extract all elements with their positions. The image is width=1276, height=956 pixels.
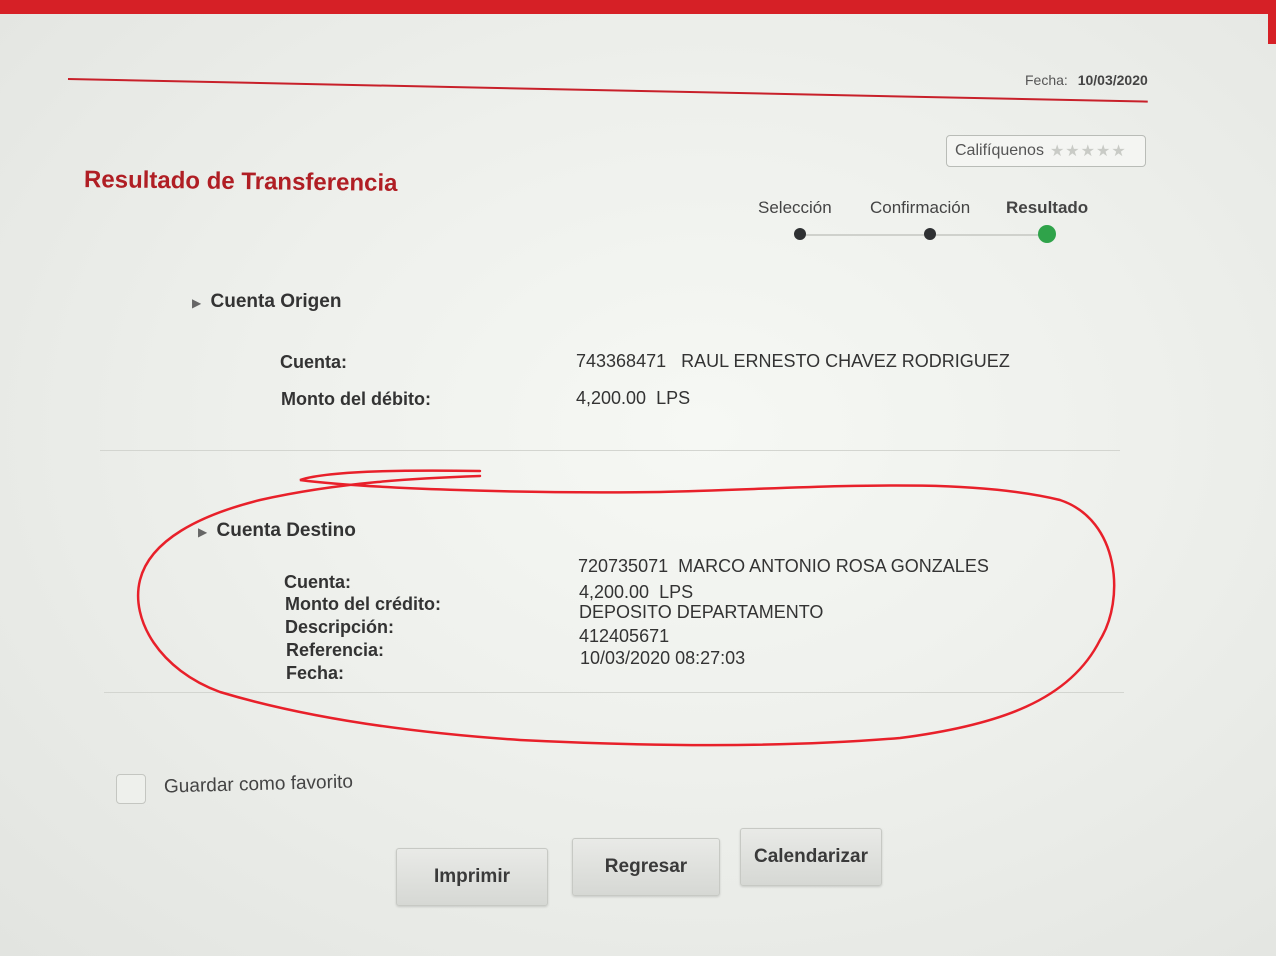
section-cuenta-destino: ▶ Cuenta Destino (198, 520, 356, 542)
destino-referencia-value: 412405671 (579, 626, 670, 646)
header-date-value: 10/03/2020 (1077, 72, 1148, 88)
destino-monto-label: Monto del crédito: (285, 594, 441, 614)
destino-descripcion-label: Descripción: (285, 617, 395, 637)
step-label-resultado: Resultado (1006, 198, 1089, 217)
destino-fecha-value: 10/03/2020 08:27:03 (580, 648, 746, 668)
section-title-origen: Cuenta Origen (210, 291, 342, 312)
favorite-label: Guardar como favorito (163, 771, 354, 798)
destino-fecha-label: Fecha: (286, 663, 345, 683)
destino-cuenta-label: Cuenta: (284, 572, 351, 592)
section-title-destino: Cuenta Destino (216, 520, 356, 541)
caret-right-icon: ▶ (198, 525, 208, 539)
rate-us-widget[interactable]: Califíquenos ★★★★★ (946, 135, 1146, 167)
step-dot-resultado (1038, 225, 1056, 243)
header-divider (67, 78, 1148, 103)
rate-us-label: Califíquenos (955, 142, 1044, 159)
step-dot-seleccion (794, 228, 806, 240)
favorite-checkbox[interactable] (116, 774, 146, 804)
destino-descripcion-value: DEPOSITO DEPARTAMENTO (579, 602, 824, 622)
back-button[interactable]: Regresar (572, 838, 720, 896)
page-title: Resultado de Transferencia (83, 166, 398, 197)
destino-referencia-label: Referencia: (286, 640, 385, 660)
progress-steps: Selección Confirmación Resultado (758, 198, 1098, 248)
origen-cuenta-value: 743368471 RAUL ERNESTO CHAVEZ RODRIGUEZ (576, 351, 1010, 371)
step-dot-confirmacion (924, 228, 936, 240)
header-date: Fecha: 10/03/2020 (1025, 72, 1148, 88)
section-divider (104, 692, 1124, 693)
right-red-edge (1268, 0, 1276, 44)
top-red-bar (0, 0, 1276, 14)
step-label-seleccion: Selección (758, 198, 832, 217)
step-label-confirmacion: Confirmación (870, 198, 971, 217)
caret-right-icon: ▶ (192, 296, 202, 310)
origen-monto-value: 4,200.00 LPS (576, 388, 691, 408)
destino-monto-value: 4,200.00 LPS (579, 582, 694, 602)
schedule-button[interactable]: Calendarizar (740, 828, 882, 886)
origen-cuenta-label: Cuenta: (280, 352, 347, 372)
section-divider (100, 450, 1120, 451)
screen: Fecha: 10/03/2020 Califíquenos ★★★★★ Res… (0, 0, 1276, 956)
header-date-label: Fecha: (1025, 72, 1068, 88)
origen-monto-label: Monto del débito: (281, 389, 431, 409)
print-button[interactable]: Imprimir (396, 848, 548, 906)
destino-cuenta-value: 720735071 MARCO ANTONIO ROSA GONZALES (578, 556, 989, 576)
section-cuenta-origen: ▶ Cuenta Origen (192, 291, 341, 313)
steps-connector-line (798, 234, 1048, 236)
rating-stars-icon[interactable]: ★★★★★ (1050, 141, 1127, 161)
